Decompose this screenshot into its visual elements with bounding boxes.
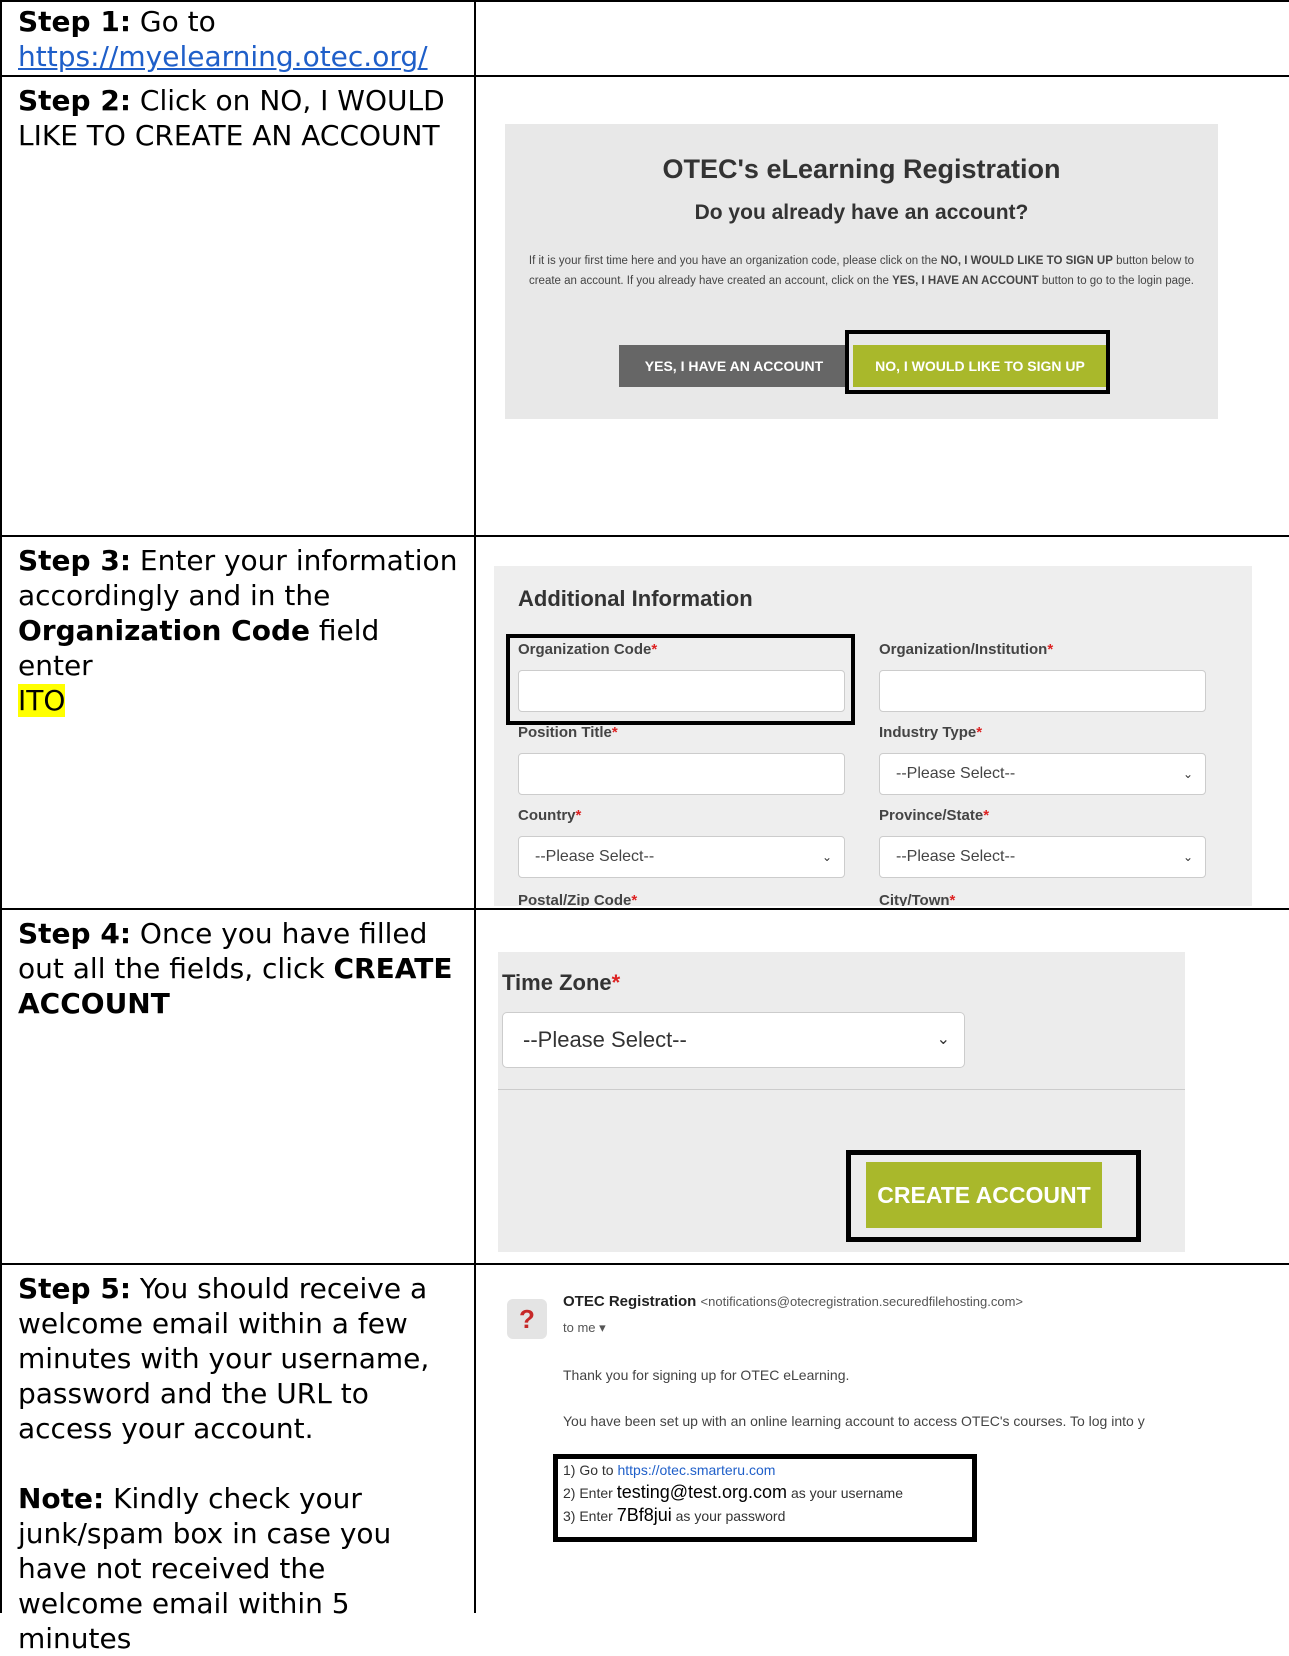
select-value: --Please Select-- <box>523 1027 687 1052</box>
select-value: --Please Select-- <box>896 765 1016 782</box>
note-label: Note: <box>18 1482 105 1515</box>
step-emphasis: Organization Code <box>18 614 310 647</box>
industry-type-select[interactable]: --Please Select-- ⌄ <box>879 753 1206 795</box>
step-label: Step 3: <box>18 544 132 577</box>
step-label: Step 4: <box>18 917 132 950</box>
province-state-label: Province/State* <box>879 807 990 824</box>
table-border-left <box>0 0 2 1613</box>
step-description: Click on <box>139 84 251 117</box>
select-value: --Please Select-- <box>535 848 655 865</box>
desc-bold: YES, I HAVE AN ACCOUNT <box>892 275 1039 287</box>
otec-elearning-link[interactable]: https://myelearning.otec.org/ <box>18 40 428 73</box>
country-select[interactable]: --Please Select-- ⌄ <box>518 836 845 878</box>
country-label: Country* <box>518 807 582 824</box>
select-value: --Please Select-- <box>896 848 1016 865</box>
time-zone-select[interactable]: --Please Select-- ⌄ <box>502 1012 965 1068</box>
sender-name: OTEC Registration <box>563 1293 697 1310</box>
table-row-divider <box>0 75 1289 77</box>
desc-bold: NO, I WOULD LIKE TO SIGN UP <box>940 255 1113 267</box>
registration-description: If it is your first time here and you ha… <box>523 251 1200 291</box>
position-title-input[interactable] <box>518 753 845 795</box>
email-recipient[interactable]: to me ▾ <box>563 1320 606 1336</box>
position-title-label: Position Title* <box>518 724 618 741</box>
question-mark-icon: ? <box>507 1299 547 1339</box>
divider <box>498 1089 1185 1090</box>
desc-text: button to go to the login page. <box>1041 275 1195 287</box>
step-label: Step 2: <box>18 84 132 117</box>
step-label: Step 5: <box>18 1272 132 1305</box>
org-institution-label: Organization/Institution* <box>879 641 1054 658</box>
time-zone-label: Time Zone* <box>502 970 621 995</box>
table-row-divider <box>0 0 1289 2</box>
highlight-box <box>845 330 1110 394</box>
step-4-text: Step 4: Once you have filled out all the… <box>18 916 458 1021</box>
table-column-divider <box>474 0 476 1613</box>
caret-down-icon: ▾ <box>599 1320 606 1335</box>
desc-text: If it is your first time here and you ha… <box>528 255 938 267</box>
table-row-divider <box>0 908 1289 910</box>
highlight-box <box>506 634 855 725</box>
email-sender: OTEC Registration <notifications@otecreg… <box>563 1293 1023 1310</box>
chevron-down-icon: ⌄ <box>1182 767 1193 781</box>
highlight-box <box>846 1150 1141 1242</box>
industry-type-label: Industry Type* <box>879 724 983 741</box>
step-3-text: Step 3: Enter your information according… <box>18 543 458 718</box>
chevron-down-icon: ⌄ <box>1182 850 1193 864</box>
city-town-label: City/Town* <box>879 892 956 906</box>
form-heading: Additional Information <box>518 586 753 611</box>
registration-title: OTEC's eLearning Registration <box>662 154 1061 184</box>
table-row-divider <box>0 1263 1289 1265</box>
step-1-text: Step 1: Go to https://myelearning.otec.o… <box>18 4 458 74</box>
additional-information-form: Additional Information Organization Code… <box>494 566 1252 906</box>
chevron-down-icon: ⌄ <box>821 850 832 864</box>
org-institution-input[interactable] <box>879 670 1206 712</box>
postal-code-label: Postal/Zip Code* <box>518 892 638 906</box>
step-5-text: Step 5: You should receive a welcome ema… <box>18 1271 458 1656</box>
welcome-email: ? OTEC Registration <notifications@otecr… <box>485 1283 1285 1603</box>
yes-have-account-button[interactable]: YES, I HAVE AN ACCOUNT <box>619 345 849 387</box>
organization-code-value: ITO <box>18 684 66 717</box>
step-description: Go to <box>139 5 216 38</box>
step-2-text: Step 2: Click on NO, I WOULD LIKE TO CRE… <box>18 83 458 153</box>
step-label: Step 1: <box>18 5 132 38</box>
email-line-1: Thank you for signing up for OTEC eLearn… <box>563 1367 850 1383</box>
province-state-select[interactable]: --Please Select-- ⌄ <box>879 836 1206 878</box>
chevron-down-icon: ⌄ <box>936 1031 950 1048</box>
table-row-divider <box>0 535 1289 537</box>
registration-question: Do you already have an account? <box>694 201 1029 224</box>
highlight-box <box>553 1454 977 1542</box>
email-line-2: You have been set up with an online lear… <box>563 1413 1145 1429</box>
sender-address: <notifications@otecregistration.securedf… <box>700 1294 1024 1309</box>
